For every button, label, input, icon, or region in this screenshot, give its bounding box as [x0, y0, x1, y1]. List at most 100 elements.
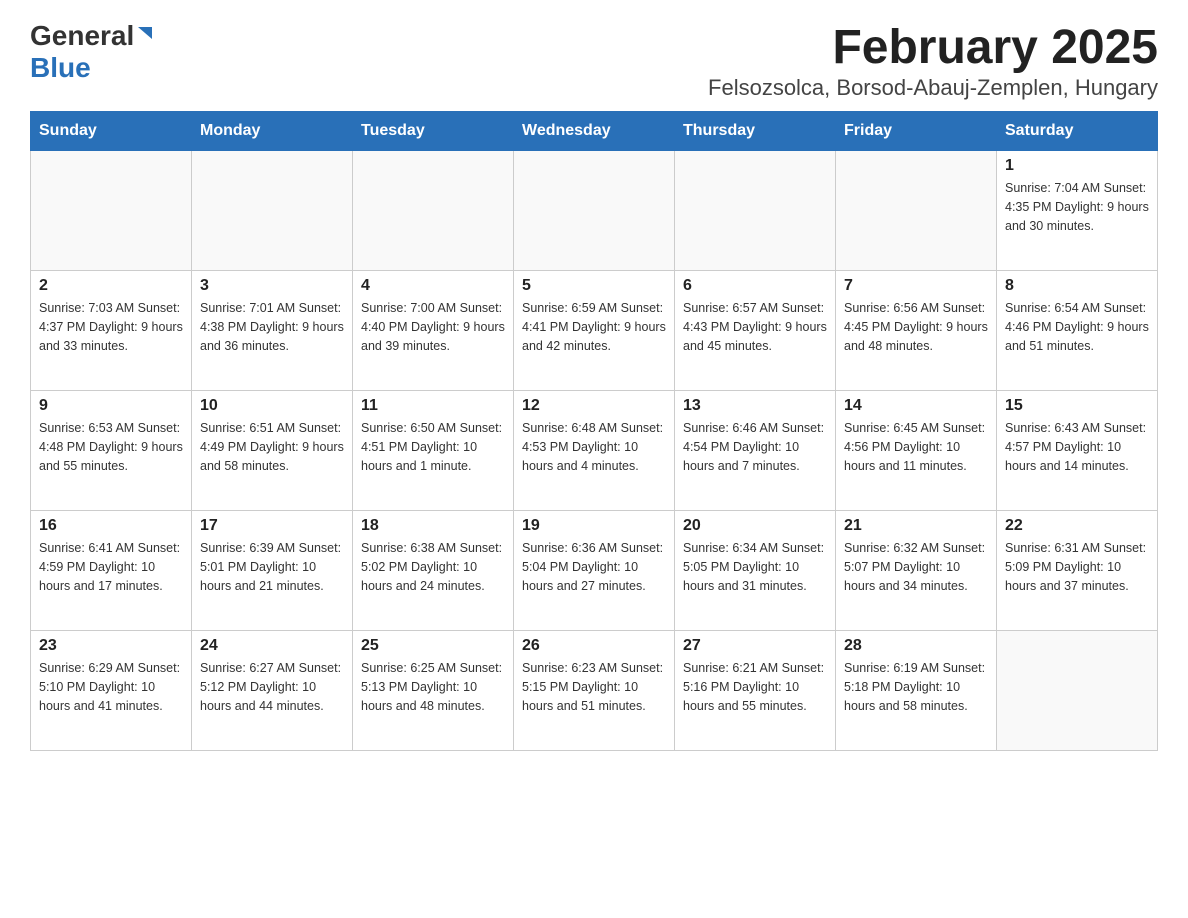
day-number: 5 [522, 277, 666, 295]
day-number: 9 [39, 397, 183, 415]
calendar-cell: 12 Sunrise: 6:48 AM Sunset: 4:53 PM Dayli… [514, 391, 675, 511]
day-number: 15 [1005, 397, 1149, 415]
day-header-wednesday: Wednesday [514, 112, 675, 151]
calendar-cell: 9 Sunrise: 6:53 AM Sunset: 4:48 PM Daylig… [31, 391, 192, 511]
day-number: 18 [361, 517, 505, 535]
calendar-cell [31, 151, 192, 271]
day-number: 22 [1005, 517, 1149, 535]
logo-triangle-icon [134, 25, 152, 48]
calendar-cell: 5 Sunrise: 6:59 AM Sunset: 4:41 PM Daylig… [514, 271, 675, 391]
day-number: 26 [522, 637, 666, 655]
day-number: 1 [1005, 157, 1149, 175]
calendar-cell: 28 Sunrise: 6:19 AM Sunset: 5:18 PM Dayli… [836, 631, 997, 751]
month-title: February 2025 [708, 20, 1158, 75]
day-info: Sunrise: 6:23 AM Sunset: 5:15 PM Dayligh… [522, 659, 666, 715]
day-number: 25 [361, 637, 505, 655]
calendar-cell [192, 151, 353, 271]
logo: General Blue [30, 20, 152, 84]
day-info: Sunrise: 6:41 AM Sunset: 4:59 PM Dayligh… [39, 539, 183, 595]
calendar-cell: 25 Sunrise: 6:25 AM Sunset: 5:13 PM Dayli… [353, 631, 514, 751]
day-info: Sunrise: 6:38 AM Sunset: 5:02 PM Dayligh… [361, 539, 505, 595]
calendar-week-row: 1 Sunrise: 7:04 AM Sunset: 4:35 PM Daylig… [31, 151, 1158, 271]
calendar-cell: 17 Sunrise: 6:39 AM Sunset: 5:01 PM Dayli… [192, 511, 353, 631]
calendar-week-row: 23 Sunrise: 6:29 AM Sunset: 5:10 PM Dayli… [31, 631, 1158, 751]
day-number: 23 [39, 637, 183, 655]
calendar-cell: 11 Sunrise: 6:50 AM Sunset: 4:51 PM Dayli… [353, 391, 514, 511]
day-info: Sunrise: 6:50 AM Sunset: 4:51 PM Dayligh… [361, 419, 505, 475]
day-info: Sunrise: 7:01 AM Sunset: 4:38 PM Dayligh… [200, 299, 344, 355]
day-info: Sunrise: 7:03 AM Sunset: 4:37 PM Dayligh… [39, 299, 183, 355]
day-info: Sunrise: 6:39 AM Sunset: 5:01 PM Dayligh… [200, 539, 344, 595]
logo-general-text: General [30, 20, 134, 52]
day-info: Sunrise: 6:48 AM Sunset: 4:53 PM Dayligh… [522, 419, 666, 475]
day-info: Sunrise: 6:45 AM Sunset: 4:56 PM Dayligh… [844, 419, 988, 475]
calendar-cell: 15 Sunrise: 6:43 AM Sunset: 4:57 PM Dayli… [997, 391, 1158, 511]
day-header-saturday: Saturday [997, 112, 1158, 151]
day-info: Sunrise: 6:43 AM Sunset: 4:57 PM Dayligh… [1005, 419, 1149, 475]
day-header-sunday: Sunday [31, 112, 192, 151]
day-info: Sunrise: 6:46 AM Sunset: 4:54 PM Dayligh… [683, 419, 827, 475]
day-number: 12 [522, 397, 666, 415]
day-number: 24 [200, 637, 344, 655]
calendar-cell [514, 151, 675, 271]
calendar-cell: 13 Sunrise: 6:46 AM Sunset: 4:54 PM Dayli… [675, 391, 836, 511]
day-header-thursday: Thursday [675, 112, 836, 151]
day-number: 14 [844, 397, 988, 415]
day-info: Sunrise: 6:19 AM Sunset: 5:18 PM Dayligh… [844, 659, 988, 715]
day-header-friday: Friday [836, 112, 997, 151]
calendar-cell: 8 Sunrise: 6:54 AM Sunset: 4:46 PM Daylig… [997, 271, 1158, 391]
logo-blue-text: Blue [30, 52, 91, 84]
calendar-cell: 7 Sunrise: 6:56 AM Sunset: 4:45 PM Daylig… [836, 271, 997, 391]
day-info: Sunrise: 6:59 AM Sunset: 4:41 PM Dayligh… [522, 299, 666, 355]
day-info: Sunrise: 6:57 AM Sunset: 4:43 PM Dayligh… [683, 299, 827, 355]
day-number: 27 [683, 637, 827, 655]
day-number: 11 [361, 397, 505, 415]
day-header-tuesday: Tuesday [353, 112, 514, 151]
day-number: 8 [1005, 277, 1149, 295]
day-info: Sunrise: 6:36 AM Sunset: 5:04 PM Dayligh… [522, 539, 666, 595]
day-number: 28 [844, 637, 988, 655]
calendar-cell: 1 Sunrise: 7:04 AM Sunset: 4:35 PM Daylig… [997, 151, 1158, 271]
calendar-week-row: 2 Sunrise: 7:03 AM Sunset: 4:37 PM Daylig… [31, 271, 1158, 391]
day-info: Sunrise: 6:27 AM Sunset: 5:12 PM Dayligh… [200, 659, 344, 715]
day-info: Sunrise: 6:56 AM Sunset: 4:45 PM Dayligh… [844, 299, 988, 355]
calendar-cell: 14 Sunrise: 6:45 AM Sunset: 4:56 PM Dayli… [836, 391, 997, 511]
calendar-header-row: SundayMondayTuesdayWednesdayThursdayFrid… [31, 112, 1158, 151]
calendar-table: SundayMondayTuesdayWednesdayThursdayFrid… [30, 111, 1158, 751]
title-block: February 2025 Felsozsolca, Borsod-Abauj-… [708, 20, 1158, 101]
day-info: Sunrise: 6:34 AM Sunset: 5:05 PM Dayligh… [683, 539, 827, 595]
day-number: 17 [200, 517, 344, 535]
day-number: 2 [39, 277, 183, 295]
day-number: 13 [683, 397, 827, 415]
calendar-cell: 21Sunrise: 6:32 AM Sunset: 5:07 PM Dayli… [836, 511, 997, 631]
page-header: General Blue February 2025 Felsozsolca, … [30, 20, 1158, 101]
day-number: 3 [200, 277, 344, 295]
calendar-cell [675, 151, 836, 271]
calendar-cell: 16Sunrise: 6:41 AM Sunset: 4:59 PM Dayli… [31, 511, 192, 631]
calendar-cell [353, 151, 514, 271]
day-info: Sunrise: 7:04 AM Sunset: 4:35 PM Dayligh… [1005, 179, 1149, 235]
location-title: Felsozsolca, Borsod-Abauj-Zemplen, Hunga… [708, 75, 1158, 101]
calendar-cell: 24 Sunrise: 6:27 AM Sunset: 5:12 PM Dayli… [192, 631, 353, 751]
day-number: 19 [522, 517, 666, 535]
calendar-cell: 4Sunrise: 7:00 AM Sunset: 4:40 PM Daylig… [353, 271, 514, 391]
day-number: 7 [844, 277, 988, 295]
calendar-cell: 23 Sunrise: 6:29 AM Sunset: 5:10 PM Dayli… [31, 631, 192, 751]
day-header-monday: Monday [192, 112, 353, 151]
calendar-cell: 22Sunrise: 6:31 AM Sunset: 5:09 PM Dayli… [997, 511, 1158, 631]
day-info: Sunrise: 6:32 AM Sunset: 5:07 PM Dayligh… [844, 539, 988, 595]
calendar-cell: 27 Sunrise: 6:21 AM Sunset: 5:16 PM Dayli… [675, 631, 836, 751]
day-number: 6 [683, 277, 827, 295]
day-number: 4 [361, 277, 505, 295]
day-info: Sunrise: 6:21 AM Sunset: 5:16 PM Dayligh… [683, 659, 827, 715]
calendar-cell: 6 Sunrise: 6:57 AM Sunset: 4:43 PM Daylig… [675, 271, 836, 391]
day-info: Sunrise: 6:29 AM Sunset: 5:10 PM Dayligh… [39, 659, 183, 715]
calendar-cell [836, 151, 997, 271]
calendar-week-row: 9 Sunrise: 6:53 AM Sunset: 4:48 PM Daylig… [31, 391, 1158, 511]
day-info: Sunrise: 6:54 AM Sunset: 4:46 PM Dayligh… [1005, 299, 1149, 355]
day-info: Sunrise: 6:25 AM Sunset: 5:13 PM Dayligh… [361, 659, 505, 715]
day-info: Sunrise: 6:53 AM Sunset: 4:48 PM Dayligh… [39, 419, 183, 475]
calendar-cell: 18 Sunrise: 6:38 AM Sunset: 5:02 PM Dayli… [353, 511, 514, 631]
calendar-week-row: 16Sunrise: 6:41 AM Sunset: 4:59 PM Dayli… [31, 511, 1158, 631]
calendar-cell: 2 Sunrise: 7:03 AM Sunset: 4:37 PM Daylig… [31, 271, 192, 391]
